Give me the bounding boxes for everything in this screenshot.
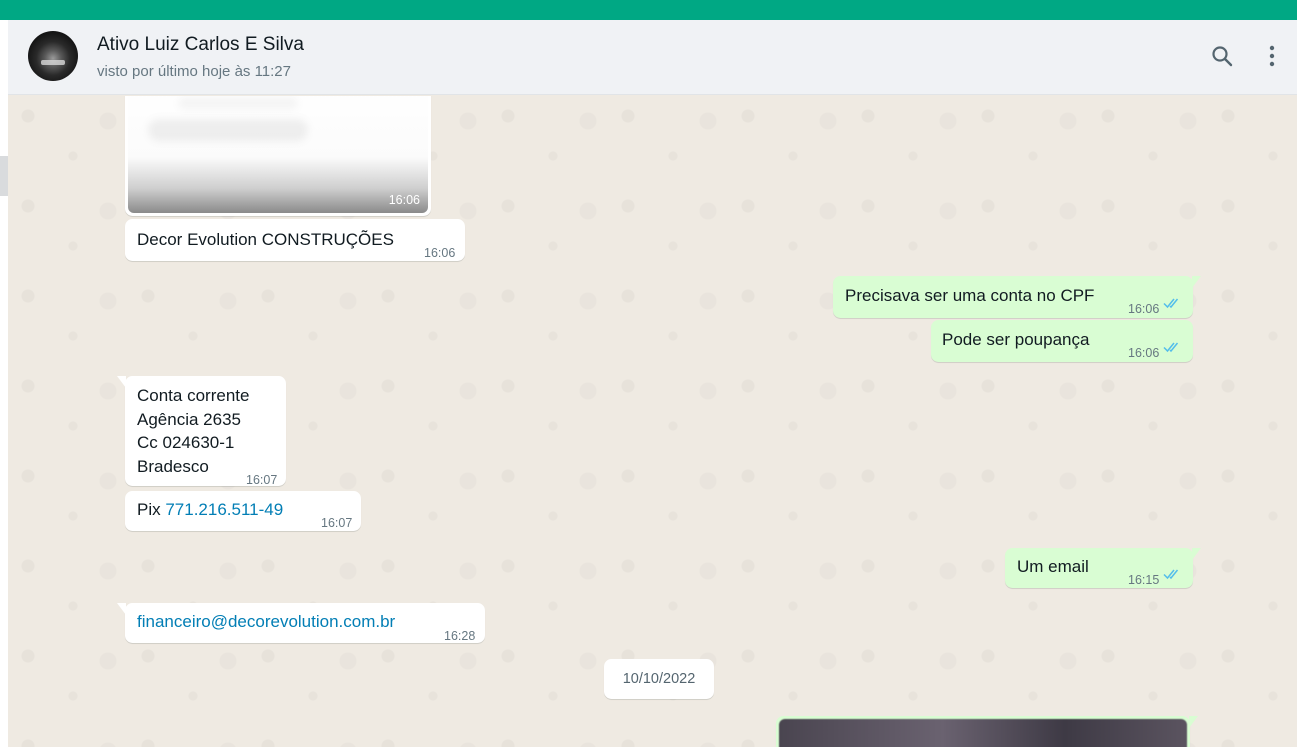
message-bubble-incoming[interactable]: financeiro@decorevolution.com.br 16:28 xyxy=(117,603,485,643)
contact-name[interactable]: Ativo Luiz Carlos E Silva xyxy=(97,34,304,56)
message-text: Pix xyxy=(137,500,166,519)
message-time: 16:15 xyxy=(1128,573,1160,587)
message-time: 16:06 xyxy=(1128,302,1160,316)
message-text: Decor Evolution CONSTRUÇÕES xyxy=(137,230,394,249)
image-thumbnail[interactable]: 16:06 xyxy=(128,96,428,213)
message-line: Agência 2635 xyxy=(137,410,241,429)
message-line: Conta corrente xyxy=(137,386,250,405)
read-receipt-icon xyxy=(1163,569,1179,580)
chat-header[interactable]: Ativo Luiz Carlos E Silva visto por últi… xyxy=(8,20,1297,95)
message-text: Um email xyxy=(1017,557,1089,576)
message-text: Precisava ser uma conta no CPF xyxy=(845,286,1095,305)
phone-link[interactable]: 771.216.511-49 xyxy=(165,500,283,519)
image-message[interactable]: 16:06 xyxy=(125,96,431,216)
last-seen-status: visto por último hoje às 11:27 xyxy=(97,63,291,80)
message-bubble-incoming[interactable]: Conta corrente Agência 2635 Cc 024630-1 … xyxy=(117,376,286,487)
top-accent-bar xyxy=(0,0,1297,20)
menu-icon[interactable] xyxy=(1258,42,1286,70)
message-bubble-outgoing[interactable]: Pode ser poupança 16:06 xyxy=(931,320,1193,362)
message-bubble-incoming[interactable]: Decor Evolution CONSTRUÇÕES 16:06 xyxy=(125,219,465,261)
image-message[interactable] xyxy=(776,716,1198,747)
email-link[interactable]: financeiro@decorevolution.com.br xyxy=(137,610,395,634)
message-line: Bradesco xyxy=(137,457,209,476)
message-time: 16:06 xyxy=(388,193,420,207)
panel-resize-handle[interactable] xyxy=(0,156,8,196)
message-time: 16:07 xyxy=(321,516,353,530)
message-text: Pode ser poupança xyxy=(942,330,1090,349)
message-time: 16:06 xyxy=(424,246,456,260)
image-thumbnail[interactable] xyxy=(779,719,1187,747)
message-bubble-outgoing[interactable]: Precisava ser uma conta no CPF 16:06 xyxy=(833,276,1201,318)
message-time: 16:28 xyxy=(444,629,476,643)
search-icon[interactable] xyxy=(1208,42,1236,70)
message-time: 16:06 xyxy=(1128,346,1160,360)
chat-area[interactable]: 16:06 Decor Evolution CONSTRUÇÕES 16:06 … xyxy=(8,96,1297,747)
message-bubble-outgoing[interactable]: Um email 16:15 xyxy=(1005,548,1201,588)
message-line: Cc 024630-1 xyxy=(137,433,235,452)
message-bubble-incoming[interactable]: Pix 771.216.511-49 16:07 xyxy=(125,491,361,531)
read-receipt-icon xyxy=(1163,298,1179,309)
left-panel-edge xyxy=(0,20,8,747)
message-time: 16:07 xyxy=(246,473,278,487)
read-receipt-icon xyxy=(1163,342,1179,353)
date-divider: 10/10/2022 xyxy=(604,659,714,699)
avatar[interactable] xyxy=(28,31,78,81)
